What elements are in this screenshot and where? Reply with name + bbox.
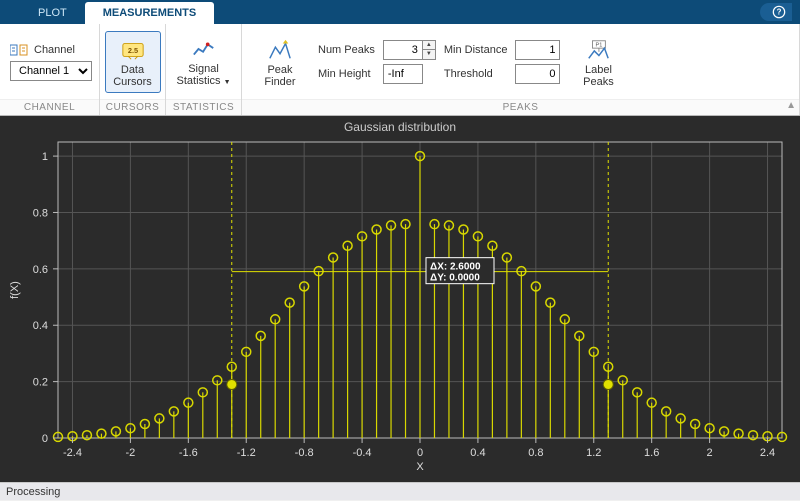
- svg-text:0.8: 0.8: [528, 447, 543, 459]
- channel-icon: [10, 43, 28, 57]
- svg-text:0.6: 0.6: [33, 264, 48, 276]
- svg-text:-2.4: -2.4: [63, 447, 82, 459]
- min-distance-label: Min Distance: [444, 44, 508, 56]
- status-bar: Processing: [0, 482, 800, 500]
- cursor-icon: 2.5: [121, 39, 145, 61]
- svg-text:ΔY: 0.0000: ΔY: 0.0000: [430, 273, 480, 284]
- min-distance-input[interactable]: [515, 40, 560, 60]
- tab-measurements[interactable]: MEASUREMENTS: [85, 2, 215, 24]
- threshold-input[interactable]: [515, 64, 560, 84]
- channel-select[interactable]: Channel 1: [10, 61, 92, 81]
- num-peaks-label: Num Peaks: [318, 44, 375, 56]
- svg-text:-2: -2: [126, 447, 136, 459]
- num-peaks-up[interactable]: ▲: [423, 41, 435, 50]
- chevron-down-icon: ▼: [224, 79, 231, 86]
- section-label-peaks: PEAKS: [242, 99, 799, 115]
- collapse-toolstrip-icon[interactable]: ▲: [786, 100, 796, 111]
- section-label-statistics: STATISTICS: [166, 99, 241, 115]
- statistics-icon: [192, 38, 216, 60]
- svg-text:?: ?: [777, 8, 782, 17]
- help-icon: ?: [772, 5, 786, 19]
- svg-text:0: 0: [417, 447, 423, 459]
- svg-text:0.4: 0.4: [470, 447, 485, 459]
- svg-text:1: 1: [42, 151, 48, 163]
- svg-text:X: X: [416, 461, 424, 473]
- num-peaks-input[interactable]: [383, 40, 423, 60]
- label-peaks-button[interactable]: P1 Label Peaks: [570, 31, 626, 93]
- tab-plot[interactable]: PLOT: [20, 2, 85, 24]
- min-height-input[interactable]: [383, 64, 423, 84]
- svg-text:0.8: 0.8: [33, 207, 48, 219]
- threshold-label: Threshold: [444, 68, 508, 80]
- chart-area[interactable]: Gaussian distribution -2.4 -2 -1.6 -1.2 -0.8…: [0, 116, 800, 482]
- svg-text:P1: P1: [596, 42, 603, 48]
- label-peaks-icon: P1: [586, 39, 610, 61]
- svg-text:1.2: 1.2: [586, 447, 601, 459]
- chart-title: Gaussian distribution: [0, 116, 800, 134]
- toolstrip: Channel Channel 1 CHANNEL 2.5 Data Curso…: [0, 24, 800, 116]
- svg-text:-1.2: -1.2: [237, 447, 256, 459]
- svg-text:ΔX: 2.6000: ΔX: 2.6000: [430, 262, 481, 273]
- signal-statistics-button[interactable]: Signal Statistics ▼: [176, 31, 232, 93]
- svg-text:0: 0: [42, 433, 48, 445]
- tab-bar: PLOT MEASUREMENTS ?: [0, 0, 800, 24]
- svg-text:1.6: 1.6: [644, 447, 659, 459]
- peak-finder-icon: [268, 39, 292, 61]
- svg-text:2.4: 2.4: [760, 447, 775, 459]
- svg-text:0.4: 0.4: [33, 320, 48, 332]
- channel-label: Channel: [34, 44, 75, 56]
- section-label-channel: CHANNEL: [0, 99, 99, 115]
- data-cursors-button[interactable]: 2.5 Data Cursors: [105, 31, 161, 93]
- svg-text:-0.8: -0.8: [295, 447, 314, 459]
- svg-text:f(X): f(X): [9, 281, 21, 299]
- svg-text:2.5: 2.5: [127, 46, 137, 55]
- svg-text:-1.6: -1.6: [179, 447, 198, 459]
- num-peaks-down[interactable]: ▼: [423, 50, 435, 59]
- svg-text:-0.4: -0.4: [353, 447, 372, 459]
- help-button[interactable]: ?: [760, 3, 792, 21]
- min-height-label: Min Height: [318, 68, 375, 80]
- section-label-cursors: CURSORS: [100, 99, 165, 115]
- svg-text:2: 2: [707, 447, 713, 459]
- peak-finder-button[interactable]: Peak Finder: [252, 31, 308, 93]
- svg-text:0.2: 0.2: [33, 377, 48, 389]
